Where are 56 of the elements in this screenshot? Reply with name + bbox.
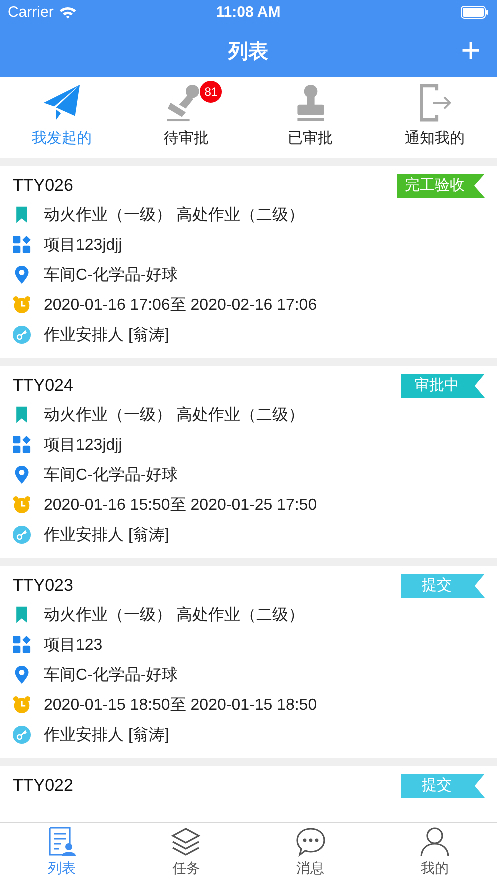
detail-text: 项目123 bbox=[44, 636, 103, 656]
order-code: TTY023 bbox=[13, 576, 74, 596]
apps-icon bbox=[13, 436, 31, 454]
work-order-card[interactable]: TTY022 提交 bbox=[0, 766, 497, 822]
detail-text: 动火作业（一级） 高处作业（二级） bbox=[44, 406, 304, 426]
work-order-card[interactable]: TTY023 提交 动火作业（一级） 高处作业（二级） 项目123 车间C-化学品-好球 2020-01-15 18:50至 2020-01-15 18:50 作业安排人 [翁涛] bbox=[0, 566, 497, 758]
tab-bar-item[interactable]: 我的 bbox=[372, 823, 497, 883]
filter-tab[interactable]: 81 待审批 bbox=[124, 77, 248, 158]
work-order-card[interactable]: TTY024 审批中 动火作业（一级） 高处作业（二级） 项目123jdjj 车间C-化学品-好球 2020-01-16 15:50至 2020-01-25 17:50 作业安排人 [翁涛] bbox=[0, 366, 497, 558]
location-pin-icon bbox=[13, 466, 31, 484]
detail-text: 项目123jdjj bbox=[44, 236, 122, 256]
detail-text: 车间C-化学品-好球 bbox=[44, 266, 178, 286]
detail-text: 车间C-化学品-好球 bbox=[44, 666, 178, 686]
alarm-clock-icon bbox=[13, 296, 31, 314]
status-tag: 提交 bbox=[401, 774, 485, 798]
order-code: TTY024 bbox=[13, 376, 74, 396]
detail-text: 项目123jdjj bbox=[44, 436, 122, 456]
status-tag: 审批中 bbox=[401, 374, 485, 398]
key-icon bbox=[13, 726, 31, 744]
location-pin-icon bbox=[13, 266, 31, 284]
status-time: 11:08 AM bbox=[216, 4, 281, 21]
detail-text: 2020-01-15 18:50至 2020-01-15 18:50 bbox=[44, 696, 318, 716]
detail-text: 2020-01-16 15:50至 2020-01-25 17:50 bbox=[44, 496, 318, 516]
carrier-name: Carrier bbox=[8, 4, 54, 21]
detail-text: 车间C-化学品-好球 bbox=[44, 466, 178, 486]
order-code: TTY026 bbox=[13, 176, 74, 196]
detail-text: 作业安排人 [翁涛] bbox=[44, 326, 170, 346]
paper-plane-icon bbox=[42, 84, 82, 122]
detail-text: 动火作业（一级） 高处作业（二级） bbox=[44, 606, 304, 626]
work-order-card[interactable]: TTY026 完工验收 动火作业（一级） 高处作业（二级） 项目123jdjj 车间C-化学品-好球 2020-01-16 17:06至 2020-02-16 17:06 作业安排人 [翁涛] bbox=[0, 166, 497, 358]
alarm-clock-icon bbox=[13, 696, 31, 714]
tab-bar-item[interactable]: 消息 bbox=[248, 823, 373, 883]
page-title: 列表 bbox=[228, 40, 268, 64]
key-icon bbox=[13, 326, 31, 344]
battery-icon bbox=[461, 6, 489, 19]
status-tag: 完工验收 bbox=[397, 174, 485, 198]
tab-bar-item[interactable]: 任务 bbox=[124, 823, 248, 883]
alarm-clock-icon bbox=[13, 496, 31, 514]
user-icon bbox=[420, 827, 450, 857]
wifi-icon bbox=[58, 6, 77, 19]
count-badge: 81 bbox=[200, 81, 222, 103]
document-user-icon bbox=[47, 827, 78, 857]
status-tag: 提交 bbox=[401, 574, 485, 598]
layers-icon bbox=[171, 827, 202, 857]
filter-tab[interactable]: 通知我的 bbox=[372, 77, 497, 158]
detail-text: 2020-01-16 17:06至 2020-02-16 17:06 bbox=[44, 296, 318, 316]
filter-tab[interactable]: 已审批 bbox=[248, 77, 373, 158]
detail-text: 作业安排人 [翁涛] bbox=[44, 526, 170, 546]
location-pin-icon bbox=[13, 666, 31, 684]
apps-icon bbox=[13, 236, 31, 254]
chat-bubble-icon bbox=[296, 827, 326, 857]
order-code: TTY022 bbox=[13, 776, 74, 796]
detail-text: 动火作业（一级） 高处作业（二级） bbox=[44, 206, 304, 226]
detail-text: 作业安排人 [翁涛] bbox=[44, 726, 170, 746]
key-icon bbox=[13, 526, 31, 544]
apps-icon bbox=[13, 636, 31, 654]
